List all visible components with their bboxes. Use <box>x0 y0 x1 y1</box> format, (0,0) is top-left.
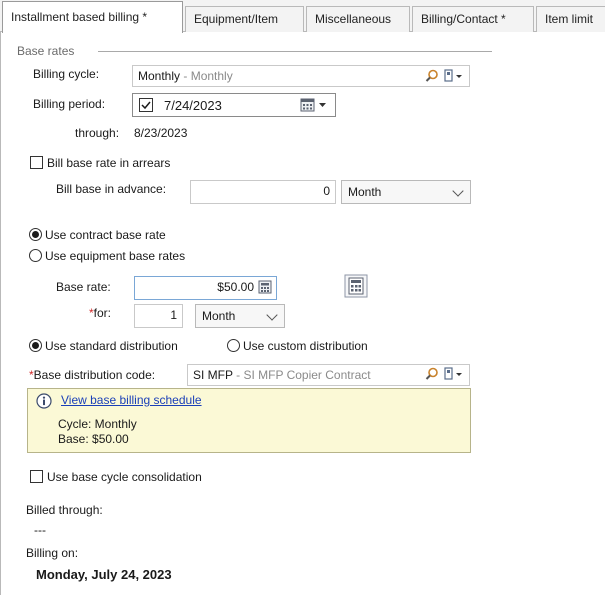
billing-on-value: Monday, July 24, 2023 <box>36 567 172 582</box>
custom-distribution-label: Use custom distribution <box>243 339 368 353</box>
link-dropdown-icon[interactable] <box>444 69 464 83</box>
for-unit-value: Month <box>202 309 236 323</box>
dist-code-value: SI MFP <box>193 368 233 382</box>
arrears-checkbox[interactable] <box>30 156 43 169</box>
billed-through-label: Billed through: <box>26 503 103 517</box>
tab-miscellaneous[interactable]: Miscellaneous <box>306 6 410 32</box>
panel-border <box>0 32 1 595</box>
for-unit-select[interactable]: Month <box>195 304 285 328</box>
chevron-down-icon <box>452 185 464 197</box>
advance-input[interactable]: 0 <box>190 180 336 204</box>
calculator-icon[interactable] <box>258 280 272 294</box>
for-label: *for: <box>89 306 112 320</box>
billing-cycle-label: Billing cycle: <box>33 67 100 81</box>
tab-label: Miscellaneous <box>315 12 392 26</box>
tab-label: Item limit <box>545 12 593 26</box>
standard-distribution-radio[interactable] <box>29 339 42 352</box>
info-base: Base: $50.00 <box>58 432 129 446</box>
base-rate-input[interactable]: $50.00 <box>134 276 277 300</box>
standard-distribution-label: Use standard distribution <box>45 339 178 353</box>
use-contract-label: Use contract base rate <box>45 228 166 242</box>
billed-through-value: --- <box>34 523 46 537</box>
dist-code-label-text: Base distribution code: <box>33 368 156 382</box>
for-value: 1 <box>170 308 177 322</box>
calendar-dropdown-icon[interactable] <box>300 97 330 113</box>
dist-code-label: *Base distribution code: <box>29 368 156 382</box>
dist-code-desc: - SI MFP Copier Contract <box>232 368 371 382</box>
for-input[interactable]: 1 <box>134 304 183 328</box>
use-equipment-radio[interactable] <box>29 249 42 262</box>
tab-equipment-item[interactable]: Equipment/Item <box>185 6 304 32</box>
base-rate-value: $50.00 <box>217 280 254 294</box>
base-rate-label: Base rate: <box>56 280 111 294</box>
advance-unit-select[interactable]: Month <box>341 180 471 204</box>
advance-unit-value: Month <box>348 185 382 199</box>
use-contract-radio[interactable] <box>29 228 42 241</box>
base-rates-legend: Base rates <box>17 44 75 58</box>
info-icon <box>36 393 52 409</box>
billing-cycle-desc: - Monthly <box>180 69 233 83</box>
billing-period-checkbox[interactable] <box>139 98 153 112</box>
tab-label: Billing/Contact * <box>421 12 506 26</box>
checkmark-icon <box>141 101 151 110</box>
tab-strip: Installment based billing * Equipment/It… <box>0 0 605 33</box>
consolidation-checkbox[interactable] <box>30 470 43 483</box>
calculator-button-icon[interactable] <box>344 274 368 298</box>
consolidation-label: Use base cycle consolidation <box>47 470 202 484</box>
through-value: 8/23/2023 <box>134 126 188 140</box>
search-icon[interactable] <box>425 367 439 381</box>
tab-billing-contact[interactable]: Billing/Contact * <box>412 6 534 32</box>
tab-label: Equipment/Item <box>194 12 279 26</box>
tab-item-limit[interactable]: Item limit <box>536 6 605 32</box>
tab-label: Installment based billing * <box>11 10 148 24</box>
search-icon[interactable] <box>425 69 439 83</box>
tab-installment-based-billing[interactable]: Installment based billing * <box>2 1 183 33</box>
base-billing-info-box: View base billing schedule Cycle: Monthl… <box>27 388 471 453</box>
billing-on-label: Billing on: <box>26 546 79 560</box>
view-base-billing-schedule-link[interactable]: View base billing schedule <box>61 393 202 407</box>
link-dropdown-icon[interactable] <box>444 367 464 381</box>
for-label-text: for: <box>93 306 112 320</box>
chevron-down-icon <box>266 309 278 321</box>
advance-label: Bill base in advance: <box>56 182 167 196</box>
use-equipment-label: Use equipment base rates <box>45 249 186 263</box>
info-cycle: Cycle: Monthly <box>58 417 137 431</box>
through-label: through: <box>75 126 120 140</box>
advance-value: 0 <box>323 184 330 198</box>
billing-cycle-value: Monthly <box>138 69 181 83</box>
billing-period-value: 7/24/2023 <box>164 98 222 113</box>
custom-distribution-radio[interactable] <box>227 339 240 352</box>
arrears-label: Bill base rate in arrears <box>47 156 171 170</box>
legend-divider <box>98 51 492 52</box>
billing-cycle-field[interactable]: Monthly - Monthly <box>132 65 470 87</box>
billing-period-label: Billing period: <box>33 97 106 111</box>
